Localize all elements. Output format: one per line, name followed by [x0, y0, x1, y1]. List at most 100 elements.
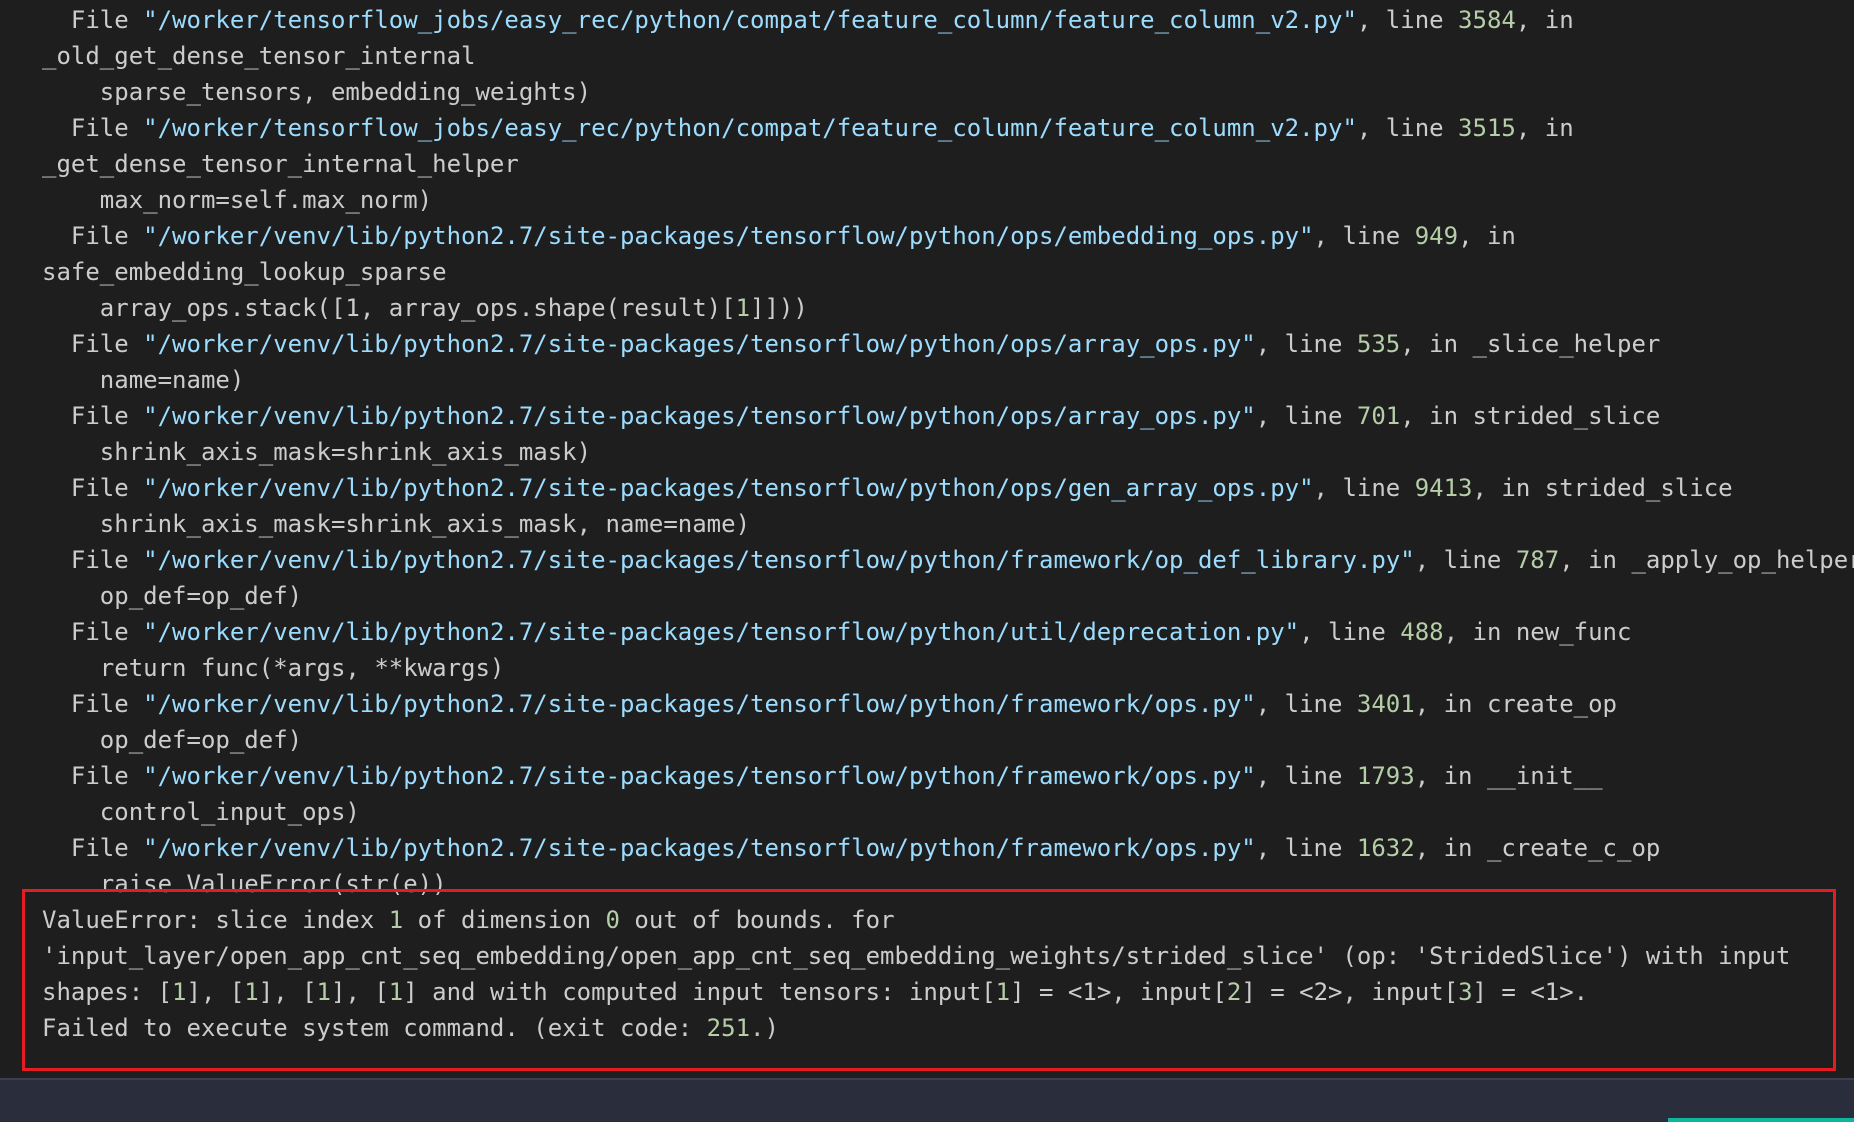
text-segment: , in strided_slice — [1400, 402, 1661, 430]
file-path: "/worker/venv/lib/python2.7/site-package… — [143, 834, 1256, 862]
traceback-line: _old_get_dense_tensor_internal — [42, 38, 475, 74]
traceback-line: op_def=op_def) — [42, 578, 302, 614]
traceback-line: File "/worker/venv/lib/python2.7/site-pa… — [42, 542, 1854, 578]
text-segment: shrink_axis_mask=shrink_axis_mask, name=… — [42, 510, 751, 538]
text-segment: File — [42, 114, 144, 142]
traceback-line: shrink_axis_mask=shrink_axis_mask) — [42, 434, 591, 470]
text-segment: , in new_func — [1443, 618, 1632, 646]
text-segment: array_ops.stack([1, array_ops.shape(resu… — [42, 294, 736, 322]
text-segment: , in — [1515, 114, 1574, 142]
text-segment: op_def=op_def) — [42, 726, 303, 754]
traceback-line: _get_dense_tensor_internal_helper — [42, 146, 519, 182]
text-segment: , in _apply_op_helper — [1559, 546, 1854, 574]
text-segment: shrink_axis_mask=shrink_axis_mask) — [42, 438, 592, 466]
text-segment: File — [42, 834, 144, 862]
number-literal: 3 — [1458, 978, 1473, 1006]
text-segment: , line — [1255, 402, 1357, 430]
text-segment: ] and with computed input tensors: input… — [403, 978, 996, 1006]
traceback-line: File "/worker/venv/lib/python2.7/site-pa… — [42, 218, 1516, 254]
text-segment: File — [42, 762, 144, 790]
traceback-line: File "/worker/tensorflow_jobs/easy_rec/p… — [42, 2, 1574, 38]
file-path: "/worker/venv/lib/python2.7/site-package… — [143, 222, 1314, 250]
number-literal: 2 — [1226, 978, 1242, 1006]
text-segment: ) — [764, 1014, 779, 1042]
traceback-line: File "/worker/tensorflow_jobs/easy_rec/p… — [42, 110, 1574, 146]
text-segment: ] = <1>, input[ — [1010, 978, 1227, 1006]
number-literal: 701 — [1356, 402, 1401, 430]
text-segment: shapes: [ — [42, 978, 173, 1006]
text-segment: , line — [1313, 222, 1415, 250]
file-path: "/worker/venv/lib/python2.7/site-package… — [143, 402, 1256, 430]
text-segment: ]])) — [750, 294, 808, 322]
file-path: "/worker/tensorflow_jobs/easy_rec/python… — [143, 114, 1357, 142]
text-segment: , in — [1515, 6, 1574, 34]
text-segment: ] = <1>. — [1472, 978, 1589, 1006]
text-segment: , line — [1255, 330, 1357, 358]
traceback-line: File "/worker/venv/lib/python2.7/site-pa… — [42, 686, 1617, 722]
text-segment: , in create_op — [1414, 690, 1617, 718]
text-segment: File — [42, 6, 144, 34]
text-segment: , line — [1414, 546, 1516, 574]
terminal-output[interactable]: File "/worker/tensorflow_jobs/easy_rec/p… — [0, 0, 1854, 1078]
error-line: Failed to execute system command. (exit … — [42, 1010, 779, 1046]
text-segment: , in strided_slice — [1472, 474, 1733, 502]
text-segment: sparse_tensors, embedding_weights) — [42, 78, 592, 106]
text-segment: _get_dense_tensor_internal_helper — [42, 150, 519, 178]
file-path: "/worker/venv/lib/python2.7/site-package… — [143, 762, 1256, 790]
traceback-line: sparse_tensors, embedding_weights) — [42, 74, 591, 110]
number-literal: 1 — [735, 294, 751, 322]
text-segment: ], [ — [258, 978, 317, 1006]
text-segment: File — [42, 618, 144, 646]
number-literal: 3584 — [1458, 6, 1516, 34]
traceback-line: File "/worker/venv/lib/python2.7/site-pa… — [42, 470, 1733, 506]
text-segment: ] = <2>, input[ — [1241, 978, 1459, 1006]
text-segment: File — [42, 690, 144, 718]
file-path: "/worker/tensorflow_jobs/easy_rec/python… — [143, 6, 1357, 34]
number-literal: 1 — [388, 978, 404, 1006]
traceback-line: return func(*args, **kwargs) — [42, 650, 505, 686]
text-segment: File — [42, 474, 144, 502]
number-literal: 1 — [316, 978, 331, 1006]
text-segment: File — [42, 546, 144, 574]
number-literal: 3515 — [1458, 114, 1516, 142]
traceback-line: shrink_axis_mask=shrink_axis_mask, name=… — [42, 506, 750, 542]
text-segment: name=name) — [42, 366, 245, 394]
file-path: "/worker/venv/lib/python2.7/site-package… — [143, 330, 1256, 358]
number-literal: 251. — [706, 1014, 765, 1042]
file-path: "/worker/venv/lib/python2.7/site-package… — [143, 546, 1415, 574]
file-path: "/worker/venv/lib/python2.7/site-package… — [143, 618, 1300, 646]
text-segment: op_def=op_def) — [42, 582, 303, 610]
text-segment: return func(*args, **kwargs) — [42, 654, 505, 682]
traceback-line: File "/worker/venv/lib/python2.7/site-pa… — [42, 326, 1660, 362]
status-bar-divider — [0, 1078, 1854, 1080]
text-segment: 'input_layer/open_app_cnt_seq_embedding/… — [42, 942, 1791, 970]
number-literal: 1 — [244, 978, 259, 1006]
number-literal: 0 — [605, 906, 620, 934]
traceback-line: max_norm=self.max_norm) — [42, 182, 432, 218]
text-segment: , line — [1356, 6, 1459, 34]
text-segment: ], [ — [186, 978, 245, 1006]
text-segment: , in — [1458, 222, 1516, 250]
traceback-line: safe_embedding_lookup_sparse — [42, 254, 447, 290]
text-segment: _old_get_dense_tensor_internal — [42, 42, 476, 70]
text-segment: , line — [1356, 114, 1459, 142]
status-bar-accent — [1668, 1118, 1854, 1122]
text-segment: , in __init__ — [1414, 762, 1603, 790]
text-segment: max_norm=self.max_norm) — [42, 186, 433, 214]
text-segment: safe_embedding_lookup_sparse — [42, 258, 447, 286]
status-bar — [0, 1078, 1854, 1122]
text-segment: File — [42, 222, 144, 250]
traceback-line: File "/worker/venv/lib/python2.7/site-pa… — [42, 830, 1660, 866]
file-path: "/worker/venv/lib/python2.7/site-package… — [143, 690, 1256, 718]
error-line: shapes: [1], [1], [1], [1] and with comp… — [42, 974, 1588, 1010]
text-segment: , line — [1255, 762, 1357, 790]
traceback-line: File "/worker/venv/lib/python2.7/site-pa… — [42, 758, 1603, 794]
traceback-line: op_def=op_def) — [42, 722, 302, 758]
number-literal: 787 — [1515, 546, 1560, 574]
traceback-line: File "/worker/venv/lib/python2.7/site-pa… — [42, 398, 1660, 434]
error-line: 'input_layer/open_app_cnt_seq_embedding/… — [42, 938, 1790, 974]
number-literal: 1 — [172, 978, 187, 1006]
text-segment: , line — [1255, 834, 1357, 862]
text-segment: Failed to execute system command. (exit … — [42, 1014, 707, 1042]
number-literal: 1 — [995, 978, 1011, 1006]
